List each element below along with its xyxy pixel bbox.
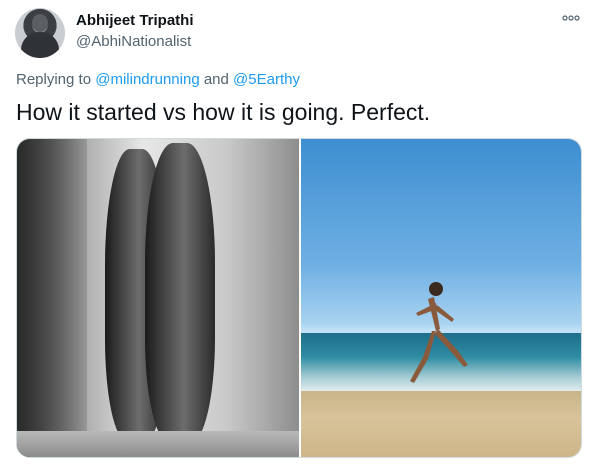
photo-left-floor	[17, 431, 299, 457]
replying-to-label: Replying to	[16, 71, 92, 88]
photo-left-figure-man	[145, 143, 215, 443]
more-options-dots	[562, 15, 580, 21]
photo-left-wall-shadow	[17, 139, 87, 457]
user-handle[interactable]: @AbhiNationalist	[76, 33, 191, 50]
more-options-icon[interactable]	[562, 10, 580, 25]
replying-to-conjunction: and	[203, 71, 229, 88]
avatar-head	[32, 14, 48, 32]
media-container	[16, 138, 582, 458]
photo-right-sand	[301, 391, 581, 457]
replying-to-line: Replying to @milindrunning and @5Earthy	[16, 71, 300, 88]
tweet-text: How it started vs how it is going. Perfe…	[16, 99, 431, 125]
user-display-name[interactable]: Abhijeet Tripathi	[76, 12, 194, 29]
avatar[interactable]	[15, 8, 65, 58]
photo-right[interactable]	[301, 139, 581, 457]
mention-link-5earthy[interactable]: @5Earthy	[233, 71, 300, 88]
photo-left[interactable]	[17, 139, 299, 457]
mention-link-milindrunning[interactable]: @milindrunning	[95, 71, 199, 88]
photo-right-runner	[410, 282, 468, 383]
avatar-shoulders	[21, 32, 59, 58]
